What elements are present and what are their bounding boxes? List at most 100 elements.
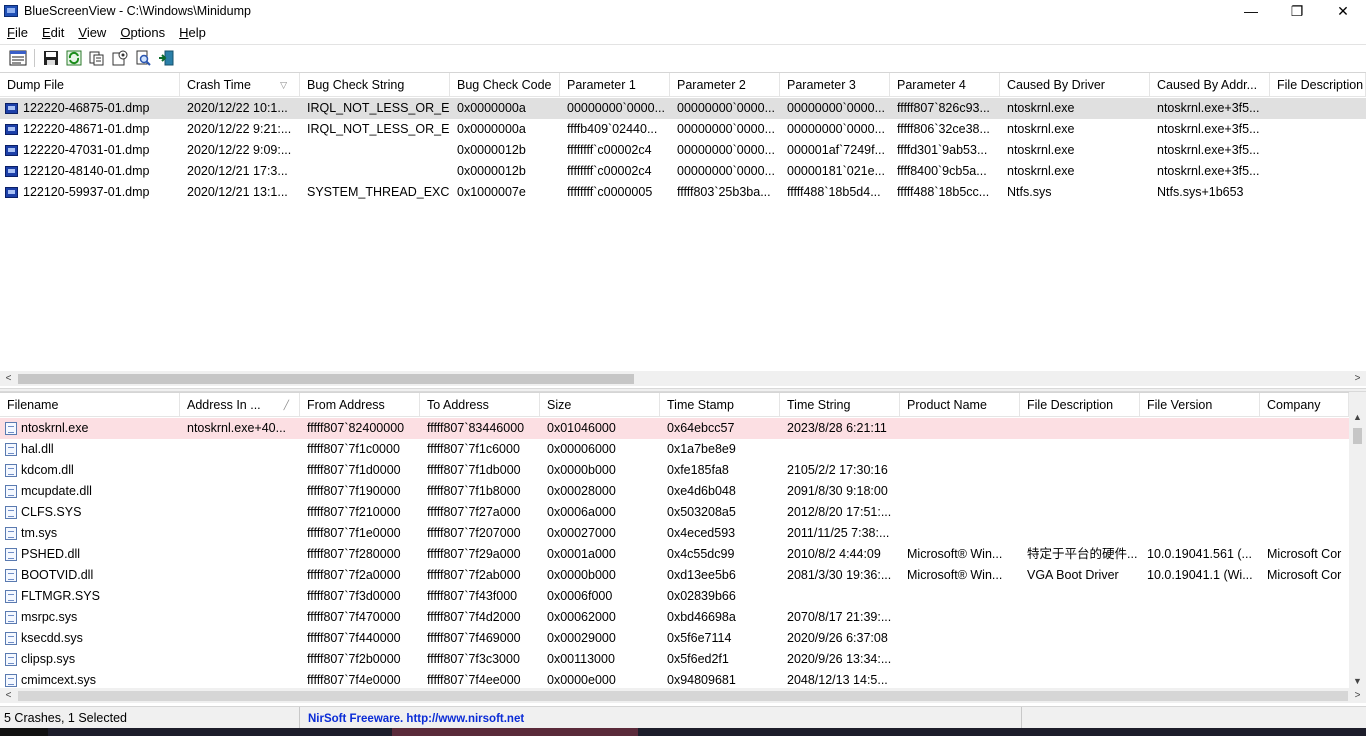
driver-row[interactable]: ksecdd.sys fffff807`7f440000 fffff807`7f46… (0, 628, 1349, 649)
cell-text: ntoskrnl.exe (1007, 101, 1075, 115)
column-header-bug-check-code[interactable]: Bug Check Code (450, 73, 560, 97)
scroll-left-icon[interactable]: < (0, 688, 17, 703)
driver-row[interactable]: ntoskrnl.exe ntoskrnl.exe+40... fffff807`8… (0, 418, 1349, 439)
column-header-size[interactable]: Size (540, 393, 660, 417)
sort-indicator-icon: ▽ (280, 80, 287, 90)
cell-address-in-stack: ntoskrnl.exe+40... (180, 418, 300, 439)
cell-text: 0xd13ee5b6 (667, 568, 736, 582)
column-header-parameter-4[interactable]: Parameter 4 (890, 73, 1000, 97)
cell-text: 2048/12/13 14:5... (787, 673, 888, 687)
save-icon[interactable] (41, 48, 61, 68)
menu-view[interactable]: View (71, 25, 113, 40)
scrollbar-thumb[interactable] (18, 691, 1348, 701)
cell-address-in-stack (180, 544, 300, 565)
column-header-address-in-stack[interactable]: Address In ... ╱ (180, 393, 300, 417)
column-header-from-address[interactable]: From Address (300, 393, 420, 417)
driver-row[interactable]: BOOTVID.dll fffff807`7f2a0000 fffff807`7f2… (0, 565, 1349, 586)
cell-text: 00000000`0000... (677, 164, 776, 178)
find-icon[interactable] (133, 48, 153, 68)
cell-text: fffff807`7f1c0000 (307, 442, 400, 456)
column-header-company[interactable]: Company (1260, 393, 1349, 417)
advanced-options-icon[interactable] (110, 48, 130, 68)
minimize-button[interactable]: — (1228, 0, 1274, 22)
driver-row[interactable]: tm.sys fffff807`7f1e0000 fffff807`7f207000… (0, 523, 1349, 544)
menu-file[interactable]: File (0, 25, 35, 40)
cell-product-name (900, 523, 1020, 544)
cell-file-description (1270, 140, 1366, 161)
cell-file-description (1020, 439, 1140, 460)
menu-edit[interactable]: Edit (35, 25, 71, 40)
menu-help[interactable]: Help (172, 25, 213, 40)
maximize-button[interactable]: ❐ (1274, 0, 1320, 22)
column-header-file-description[interactable]: File Description (1270, 73, 1366, 97)
exit-icon[interactable] (156, 48, 176, 68)
cell-dump-file: 122220-46875-01.dmp (0, 98, 180, 119)
copy-icon[interactable] (87, 48, 107, 68)
cell-caused-by-driver: ntoskrnl.exe (1000, 98, 1150, 119)
refresh-icon[interactable] (64, 48, 84, 68)
column-header-bug-check-string[interactable]: Bug Check String (300, 73, 450, 97)
column-header-time-string[interactable]: Time String (780, 393, 900, 417)
cell-text: 2081/3/30 19:36:... (787, 568, 892, 582)
cell-parameter-1: 00000000`0000... (560, 98, 670, 119)
crash-row[interactable]: 122220-46875-01.dmp 2020/12/22 10:1... IRQ… (0, 98, 1366, 119)
column-header-parameter-1[interactable]: Parameter 1 (560, 73, 670, 97)
crash-row[interactable]: 122120-48140-01.dmp 2020/12/21 17:3... 0x0… (0, 161, 1366, 182)
column-header-parameter-3[interactable]: Parameter 3 (780, 73, 890, 97)
column-header-to-address[interactable]: To Address (420, 393, 540, 417)
driver-row[interactable]: mcupdate.dll fffff807`7f190000 fffff807`7f… (0, 481, 1349, 502)
driver-row[interactable]: kdcom.dll fffff807`7f1d0000 fffff807`7f1db… (0, 460, 1349, 481)
driver-row[interactable]: hal.dll fffff807`7f1c0000 fffff807`7f1c600… (0, 439, 1349, 460)
driver-row[interactable]: FLTMGR.SYS fffff807`7f3d0000 fffff807`7f43… (0, 586, 1349, 607)
column-header-caused-by-address[interactable]: Caused By Addr... (1150, 73, 1270, 97)
crash-row[interactable]: 122120-59937-01.dmp 2020/12/21 13:1... SYS… (0, 182, 1366, 203)
status-link-cell: NirSoft Freeware. http://www.nirsoft.net (300, 706, 1022, 729)
driver-row[interactable]: msrpc.sys fffff807`7f470000 fffff807`7f4d2… (0, 607, 1349, 628)
scrollbar-thumb[interactable] (1353, 428, 1362, 444)
crash-row[interactable]: 122220-47031-01.dmp 2020/12/22 9:09:... 0x… (0, 140, 1366, 161)
close-button[interactable]: ✕ (1320, 0, 1366, 22)
cell-text: 10.0.19041.561 (... (1147, 547, 1252, 561)
cell-parameter-2: fffff803`25b3ba... (670, 182, 780, 203)
column-header-parameter-2[interactable]: Parameter 2 (670, 73, 780, 97)
nirsoft-link[interactable]: NirSoft Freeware. http://www.nirsoft.net (308, 713, 524, 725)
cell-time-string: 2020/9/26 6:37:08 (780, 628, 900, 649)
scrollbar-thumb[interactable] (18, 374, 634, 384)
column-header-filename[interactable]: Filename (0, 393, 180, 417)
driver-row[interactable]: PSHED.dll fffff807`7f280000 fffff807`7f29a… (0, 544, 1349, 565)
column-header-time-stamp[interactable]: Time Stamp (660, 393, 780, 417)
driver-row[interactable]: CLFS.SYS fffff807`7f210000 fffff807`7f27a0… (0, 502, 1349, 523)
cell-text: 0x0000e000 (547, 673, 616, 687)
cell-address-in-stack (180, 523, 300, 544)
cell-parameter-3: fffff488`18b5d4... (780, 182, 890, 203)
scroll-right-icon[interactable]: > (1349, 688, 1366, 703)
column-header-caused-by-driver[interactable]: Caused By Driver (1000, 73, 1150, 97)
cell-text: fffff807`7f1c6000 (427, 442, 520, 456)
column-header-product-name[interactable]: Product Name (900, 393, 1020, 417)
driver-row[interactable]: clipsp.sys fffff807`7f2b0000 fffff807`7f3c… (0, 649, 1349, 670)
cell-text: fffff807`7f4e0000 (307, 673, 401, 687)
scroll-right-icon[interactable]: > (1349, 371, 1366, 386)
cell-to-address: fffff807`7f29a000 (420, 544, 540, 565)
column-header-dump-file[interactable]: Dump File (0, 73, 180, 97)
cell-text: 122220-47031-01.dmp (23, 143, 150, 157)
column-header-file-description[interactable]: File Description (1020, 393, 1140, 417)
cell-bug-check-string (300, 161, 450, 182)
cell-from-address: fffff807`7f280000 (300, 544, 420, 565)
cell-file-description (1020, 649, 1140, 670)
cell-file-description (1020, 418, 1140, 439)
crash-row[interactable]: 122220-48671-01.dmp 2020/12/22 9:21:... IR… (0, 119, 1366, 140)
cell-text: 2091/8/30 9:18:00 (787, 484, 888, 498)
column-header-file-version[interactable]: File Version (1140, 393, 1260, 417)
properties-icon[interactable] (8, 48, 28, 68)
driver-list-vertical-scrollbar[interactable]: ▲ ▼ (1349, 392, 1366, 690)
menu-options[interactable]: Options (113, 25, 172, 40)
scroll-up-icon[interactable]: ▲ (1349, 409, 1366, 426)
crash-list-horizontal-scrollbar[interactable]: < > (0, 371, 1366, 386)
scroll-left-icon[interactable]: < (0, 371, 17, 386)
cell-text: fffff807`826c93... (897, 101, 990, 115)
driver-list-horizontal-scrollbar[interactable]: < > (0, 688, 1366, 703)
cell-from-address: fffff807`7f440000 (300, 628, 420, 649)
column-header-crash-time[interactable]: Crash Time ▽ (180, 73, 300, 97)
cell-text: tm.sys (21, 526, 58, 540)
